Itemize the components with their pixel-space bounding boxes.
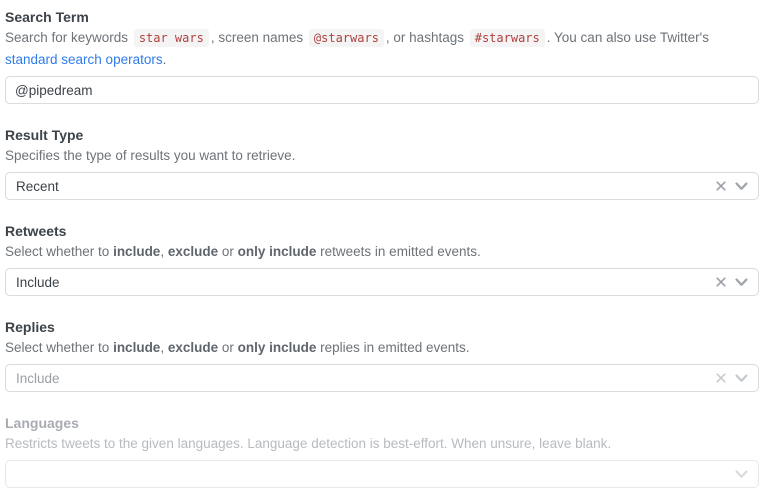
field-retweets: Retweets Select whether to include, excl… xyxy=(5,222,759,296)
trigger-config-form: Search Term Search for keywords star war… xyxy=(0,0,768,488)
desc-text: Search for keywords xyxy=(5,30,132,45)
result-type-label: Result Type xyxy=(5,126,759,145)
desc-text: Select whether to xyxy=(5,244,113,259)
retweets-label: Retweets xyxy=(5,222,759,241)
languages-description: Restricts tweets to the given languages.… xyxy=(5,433,759,454)
search-term-description: Search for keywords star wars, screen na… xyxy=(5,27,759,70)
desc-text: or xyxy=(218,340,238,355)
replies-label: Replies xyxy=(5,318,759,337)
code-hashtag-example: #starwars xyxy=(470,29,545,47)
select-icons xyxy=(716,277,748,287)
replies-selected-value: Include xyxy=(16,371,716,386)
desc-text: , xyxy=(160,340,168,355)
desc-text: . You can also use Twitter's xyxy=(547,30,709,45)
desc-text: , screen names xyxy=(211,30,307,45)
desc-text: , xyxy=(160,244,168,259)
desc-text: or xyxy=(218,244,238,259)
search-term-label: Search Term xyxy=(5,8,759,27)
chevron-down-icon[interactable] xyxy=(735,182,748,191)
desc-bold-include: include xyxy=(113,340,160,355)
desc-bold-only-include: only include xyxy=(238,244,317,259)
select-icons xyxy=(716,181,748,191)
desc-bold-only-include: only include xyxy=(238,340,317,355)
clear-icon[interactable] xyxy=(716,277,726,287)
code-keyword-example: star wars xyxy=(134,29,209,47)
desc-text: replies in emitted events. xyxy=(316,340,469,355)
code-screen-name-example: @starwars xyxy=(309,29,384,47)
retweets-select[interactable]: Include xyxy=(5,268,759,296)
field-languages: Languages Restricts tweets to the given … xyxy=(5,414,759,488)
desc-bold-exclude: exclude xyxy=(168,244,218,259)
result-type-select[interactable]: Recent xyxy=(5,172,759,200)
search-term-input[interactable] xyxy=(5,76,759,104)
select-icons xyxy=(716,373,748,383)
clear-icon[interactable] xyxy=(716,373,726,383)
standard-search-operators-link[interactable]: standard search operators xyxy=(5,52,163,67)
retweets-selected-value: Include xyxy=(16,275,716,290)
desc-text: , or hashtags xyxy=(386,30,468,45)
desc-text: . xyxy=(163,52,167,67)
field-search-term: Search Term Search for keywords star war… xyxy=(5,8,759,104)
desc-bold-include: include xyxy=(113,244,160,259)
replies-description: Select whether to include, exclude or on… xyxy=(5,337,759,358)
chevron-down-icon[interactable] xyxy=(735,374,748,383)
desc-bold-exclude: exclude xyxy=(168,340,218,355)
desc-text: retweets in emitted events. xyxy=(316,244,480,259)
replies-select[interactable]: Include xyxy=(5,364,759,392)
clear-icon[interactable] xyxy=(716,181,726,191)
desc-text: Restricts tweets to the given languages.… xyxy=(5,436,611,451)
result-type-selected-value: Recent xyxy=(16,179,716,194)
field-result-type: Result Type Specifies the type of result… xyxy=(5,126,759,200)
desc-text: Select whether to xyxy=(5,340,113,355)
languages-label: Languages xyxy=(5,414,759,433)
retweets-description: Select whether to include, exclude or on… xyxy=(5,241,759,262)
field-replies: Replies Select whether to include, exclu… xyxy=(5,318,759,392)
languages-select xyxy=(5,460,759,488)
select-icons xyxy=(735,470,748,479)
desc-text: Specifies the type of results you want t… xyxy=(5,148,295,163)
chevron-down-icon xyxy=(735,470,748,479)
result-type-description: Specifies the type of results you want t… xyxy=(5,145,759,166)
chevron-down-icon[interactable] xyxy=(735,278,748,287)
